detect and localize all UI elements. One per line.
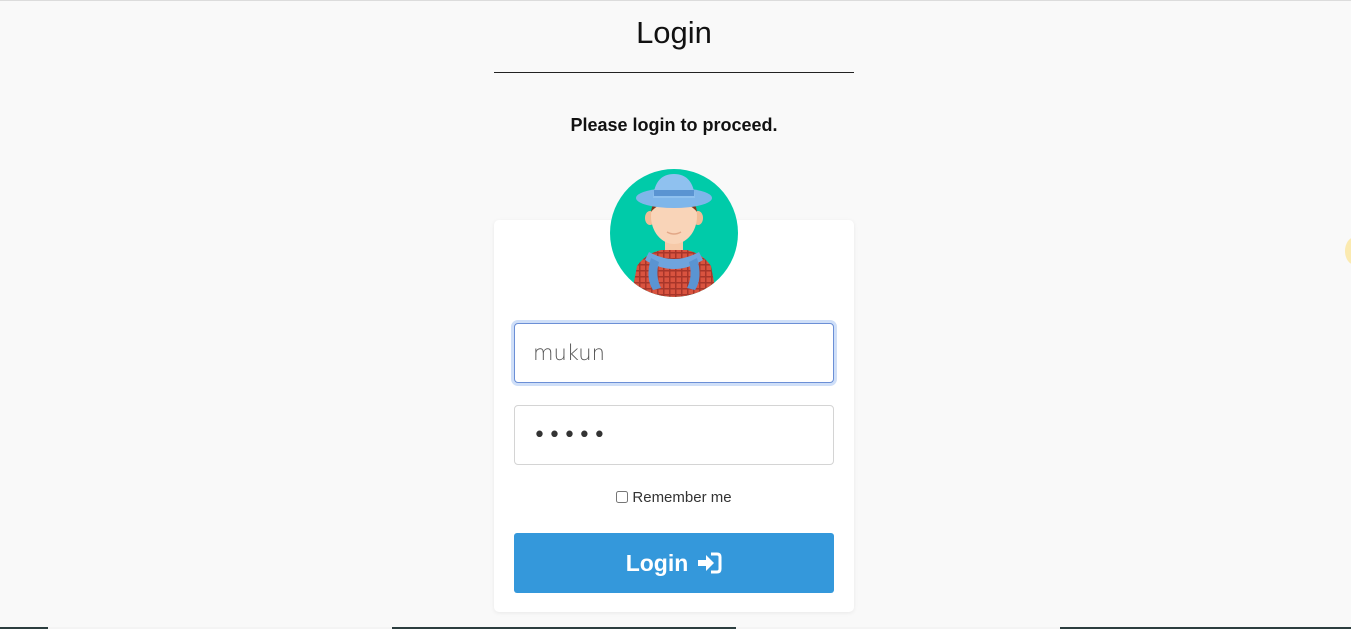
remember-me-label: Remember me [632,489,732,506]
login-subtitle: Please login to proceed. [570,115,778,135]
page-header: Login [494,11,854,73]
login-page: Login Please login to proceed. mukun •••… [0,0,1351,629]
login-button[interactable]: Login [514,533,834,593]
edge-bubble [1345,237,1351,265]
remember-me[interactable]: Remember me [494,489,854,506]
title-divider [494,72,854,73]
page-title: Login [636,15,712,50]
login-button-label: Login [625,549,689,576]
sign-in-icon [698,552,722,574]
user-avatar-icon [610,169,738,297]
username-input[interactable] [514,323,834,383]
password-input[interactable] [514,405,834,465]
remember-me-checkbox[interactable] [616,491,629,503]
